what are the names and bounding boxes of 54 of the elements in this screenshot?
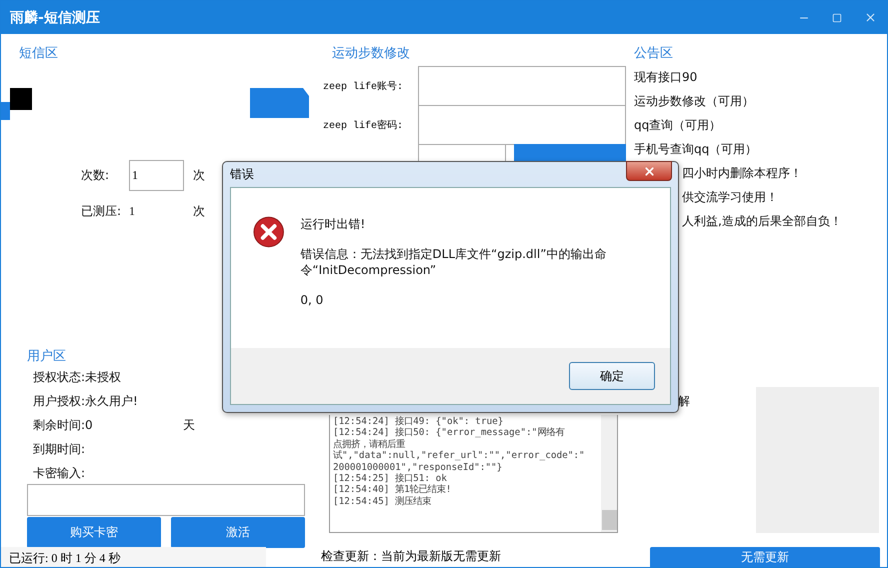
log-line: [12:54:45] 测压结束 — [333, 496, 432, 508]
info-line: 剩余时间:0 — [33, 417, 94, 434]
panel-text: 解 — [677, 393, 691, 410]
notice-line: 人利益,造成的后果全部自负！ — [682, 213, 843, 230]
unit-label: 次 — [193, 203, 205, 220]
input-field[interactable] — [418, 66, 626, 106]
action-button[interactable]: 购买卡密 — [27, 517, 161, 548]
notice-line: 运动步数修改（可用） — [634, 93, 755, 110]
notice-line: 供交流学习使用！ — [682, 189, 779, 206]
field-label: 已测压: — [81, 203, 122, 220]
close-button[interactable] — [626, 161, 672, 181]
log-line: 点拥挤，请稍后重 — [333, 438, 406, 450]
notice-line: 现有接口90 — [634, 69, 698, 86]
log-line: [12:54:25] 接口51: ok — [333, 473, 448, 484]
info-line: 卡密输入: — [33, 465, 86, 482]
log-line: 200001000001","responseId":""} — [333, 462, 504, 473]
window-title: 雨麟-短信测压 — [10, 8, 100, 26]
info-line: 授权状态:未授权 — [33, 369, 122, 386]
update-button[interactable]: 无需更新 — [650, 546, 880, 567]
field-label: zeep life账号: — [323, 80, 404, 92]
section-title: 运动步数修改 — [331, 45, 411, 62]
close-icon[interactable] — [864, 11, 877, 24]
log-line: [12:54:24] 接口49: {"ok": true} — [333, 416, 504, 427]
update-status: 检查更新：当前为最新版无需更新 — [320, 548, 502, 565]
field-label: 次数: — [81, 167, 110, 184]
input-field[interactable] — [418, 105, 626, 145]
count-value: 1 — [129, 204, 135, 219]
notice-line: qq查询（可用） — [634, 117, 722, 134]
tag-shape — [250, 88, 309, 120]
maximize-icon[interactable] — [832, 12, 842, 22]
section-title: 公告区 — [634, 45, 674, 62]
field-label: zeep life密码: — [323, 118, 404, 132]
ok-button[interactable]: 确定 — [569, 362, 655, 390]
error-icon — [253, 216, 284, 248]
close-icon — [642, 164, 656, 178]
log-line: 试","data":null,"refer_url":"","error_code":" — [333, 450, 586, 462]
error-heading: 运行时出错! — [300, 216, 366, 232]
section-title: 用户区 — [27, 348, 67, 365]
error-message: 错误信息：无法找到指定DLL库文件“gzip.dll”中的输出命令“InitDecompression” — [300, 246, 608, 278]
error-code: 0, 0 — [300, 292, 324, 308]
card-key-field[interactable] — [27, 484, 305, 516]
info-line: 用户授权:永久用户! — [33, 393, 139, 410]
count-field[interactable]: 1 — [129, 160, 184, 191]
dialog-title: 错误 — [230, 166, 254, 183]
runtime-text: 已运行: 0 时 1 分 4 秒 — [1, 546, 266, 566]
info-line: 到期时间: — [33, 441, 86, 458]
action-button[interactable]: 激活 — [171, 517, 305, 548]
notice-line: 手机号查询qq（可用） — [634, 141, 758, 158]
section-title: 短信区 — [18, 45, 59, 62]
log-line: [12:54:40] 第1轮已结束! — [333, 484, 452, 496]
unit-label: 天 — [183, 417, 196, 434]
log-line: [12:54:24] 接口50: {"error_message":"网络有 — [333, 427, 566, 439]
notice-line: 四小时内删除本程序！ — [682, 165, 803, 182]
unit-label: 次 — [193, 167, 205, 184]
